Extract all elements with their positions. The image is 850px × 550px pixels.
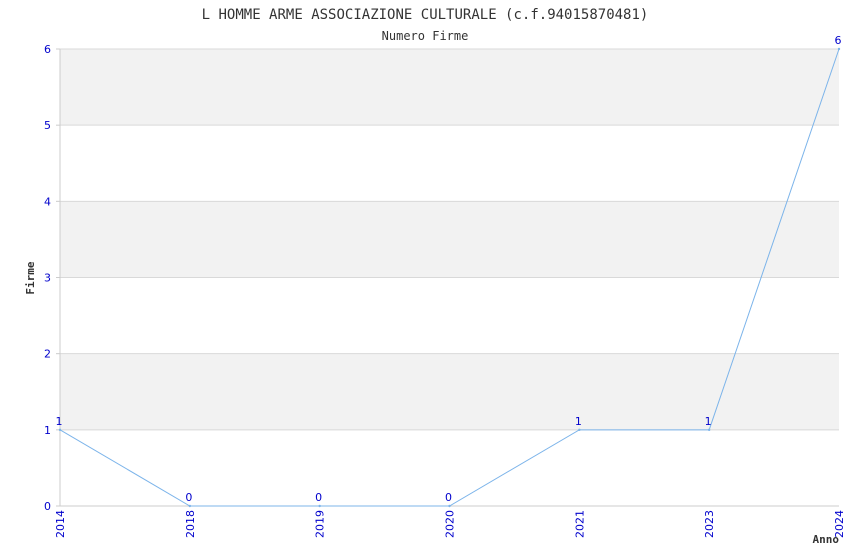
data-label: 1 xyxy=(575,415,582,428)
data-point xyxy=(707,428,711,432)
data-label: 0 xyxy=(445,491,452,504)
x-tick-label: 2023 xyxy=(703,510,716,538)
data-point xyxy=(318,504,321,508)
y-tick-label: 4 xyxy=(44,195,51,208)
x-tick-label: 2020 xyxy=(444,510,457,538)
y-tick-labels: 0 1 2 3 4 5 6 xyxy=(44,43,60,513)
y-tick-label: 2 xyxy=(44,348,51,361)
y-tick-label: 6 xyxy=(44,43,51,56)
plot-band xyxy=(60,49,839,126)
y-tick-label: 5 xyxy=(44,119,51,132)
data-label: 1 xyxy=(56,415,63,428)
data-point xyxy=(578,428,581,432)
y-tick-label: 0 xyxy=(44,500,51,513)
plot-bands xyxy=(60,49,839,430)
x-tick-label: 2019 xyxy=(314,510,327,538)
x-tick-labels: 2014 2018 2019 2020 2021 2023 2024 xyxy=(54,510,846,538)
x-tick-label: 2021 xyxy=(573,510,586,538)
x-tick-label: 2014 xyxy=(54,510,67,538)
data-point xyxy=(188,504,192,508)
x-axis-label: Anno xyxy=(813,533,840,546)
data-point xyxy=(837,47,841,51)
x-tick-label: 2018 xyxy=(184,510,197,538)
y-tick-label: 3 xyxy=(44,272,51,285)
data-label: 0 xyxy=(185,491,192,504)
y-axis-label: Firme xyxy=(24,261,37,294)
y-tick-label: 1 xyxy=(44,424,51,437)
plot-band xyxy=(60,201,839,278)
chart-subtitle: Numero Firme xyxy=(382,29,469,43)
data-label: 1 xyxy=(705,415,712,428)
data-label: 0 xyxy=(315,491,322,504)
data-label: 6 xyxy=(835,34,842,47)
chart-title: L HOMME ARME ASSOCIAZIONE CULTURALE (c.f… xyxy=(202,7,649,23)
data-point xyxy=(448,504,451,508)
line-chart: 0123456 2014 2018 2019 2020 2021 2023 2024 10 0… xyxy=(24,7,846,546)
data-point xyxy=(58,428,62,432)
